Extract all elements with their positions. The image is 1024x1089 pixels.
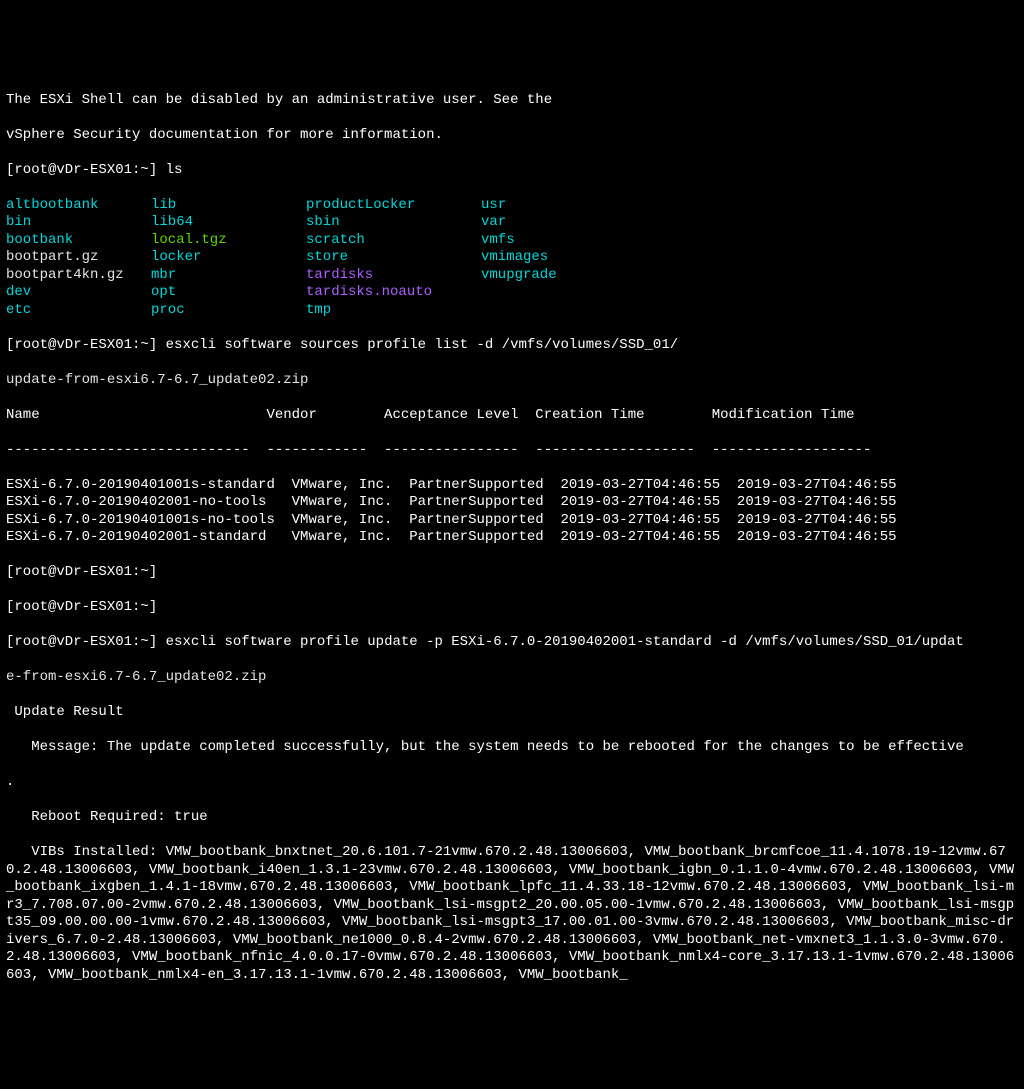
command-profile-list: esxcli software sources profile list -d … (157, 337, 678, 353)
ls-entry: vmimages (481, 249, 601, 267)
ls-entry: lib (151, 197, 306, 215)
table-divider: ----------------------------- ----------… (6, 442, 1018, 460)
terminal-output: The ESXi Shell can be disabled by an adm… (6, 74, 1018, 1002)
table-row: ESXi-6.7.0-20190402001-no-tools VMware, … (6, 494, 1018, 512)
ls-entry: vmupgrade (481, 267, 601, 285)
ls-entry: proc (151, 302, 306, 320)
ls-entry: bin (6, 214, 151, 232)
intro-line: The ESXi Shell can be disabled by an adm… (6, 92, 1018, 110)
ls-row: bootpart4kn.gzmbrtardisksvmupgrade (6, 267, 1018, 285)
ls-entry (481, 302, 601, 320)
prompt-line[interactable]: [root@vDr-ESX01:~] ls (6, 162, 1018, 180)
prompt-line[interactable]: [root@vDr-ESX01:~] esxcli software sourc… (6, 337, 1018, 355)
command-ls: ls (157, 162, 182, 178)
shell-prompt: [root@vDr-ESX01:~] (6, 564, 157, 580)
ls-entry: bootpart.gz (6, 249, 151, 267)
update-message-dot: . (6, 774, 1018, 792)
table-header: Name Vendor Acceptance Level Creation Ti… (6, 407, 1018, 425)
ls-entry: bootbank (6, 232, 151, 250)
ls-entry: tardisks.noauto (306, 284, 481, 302)
ls-entry: mbr (151, 267, 306, 285)
reboot-required: Reboot Required: true (6, 809, 1018, 827)
prompt-line[interactable]: [root@vDr-ESX01:~] (6, 599, 1018, 617)
update-result-header: Update Result (6, 704, 1018, 722)
ls-entry: altbootbank (6, 197, 151, 215)
command-profile-update: esxcli software profile update -p ESXi-6… (157, 634, 964, 650)
ls-row: etcproctmp (6, 302, 1018, 320)
ls-entry: lib64 (151, 214, 306, 232)
prompt-line[interactable]: [root@vDr-ESX01:~] esxcli software profi… (6, 634, 1018, 652)
table-row: ESXi-6.7.0-20190401001s-standard VMware,… (6, 477, 1018, 495)
update-message: Message: The update completed successful… (6, 739, 1018, 757)
ls-row: altbootbanklibproductLockerusr (6, 197, 1018, 215)
ls-entry: local.tgz (151, 232, 306, 250)
command-continuation: e-from-esxi6.7-6.7_update02.zip (6, 669, 1018, 687)
table-row: ESXi-6.7.0-20190402001-standard VMware, … (6, 529, 1018, 547)
ls-entry: tmp (306, 302, 481, 320)
ls-entry: tardisks (306, 267, 481, 285)
ls-entry: opt (151, 284, 306, 302)
prompt-line[interactable]: [root@vDr-ESX01:~] (6, 564, 1018, 582)
shell-prompt: [root@vDr-ESX01:~] (6, 634, 157, 650)
vibs-installed: VIBs Installed: VMW_bootbank_bnxtnet_20.… (6, 844, 1018, 984)
intro-line: vSphere Security documentation for more … (6, 127, 1018, 145)
ls-row: bootpart.gzlockerstorevmimages (6, 249, 1018, 267)
ls-entry: sbin (306, 214, 481, 232)
ls-entry: vmfs (481, 232, 601, 250)
ls-row: bootbanklocal.tgzscratchvmfs (6, 232, 1018, 250)
shell-prompt: [root@vDr-ESX01:~] (6, 337, 157, 353)
ls-row: binlib64sbinvar (6, 214, 1018, 232)
ls-entry: locker (151, 249, 306, 267)
ls-entry: store (306, 249, 481, 267)
ls-entry: bootpart4kn.gz (6, 267, 151, 285)
ls-entry: productLocker (306, 197, 481, 215)
ls-entry: scratch (306, 232, 481, 250)
command-continuation: update-from-esxi6.7-6.7_update02.zip (6, 372, 1018, 390)
table-row: ESXi-6.7.0-20190401001s-no-tools VMware,… (6, 512, 1018, 530)
ls-entry (481, 284, 601, 302)
ls-entry: var (481, 214, 601, 232)
table-rows: ESXi-6.7.0-20190401001s-standard VMware,… (6, 477, 1018, 547)
ls-row: devopttardisks.noauto (6, 284, 1018, 302)
shell-prompt: [root@vDr-ESX01:~] (6, 162, 157, 178)
ls-entry: etc (6, 302, 151, 320)
ls-output: altbootbanklibproductLockerusrbinlib64sb… (6, 197, 1018, 320)
ls-entry: usr (481, 197, 601, 215)
ls-entry: dev (6, 284, 151, 302)
